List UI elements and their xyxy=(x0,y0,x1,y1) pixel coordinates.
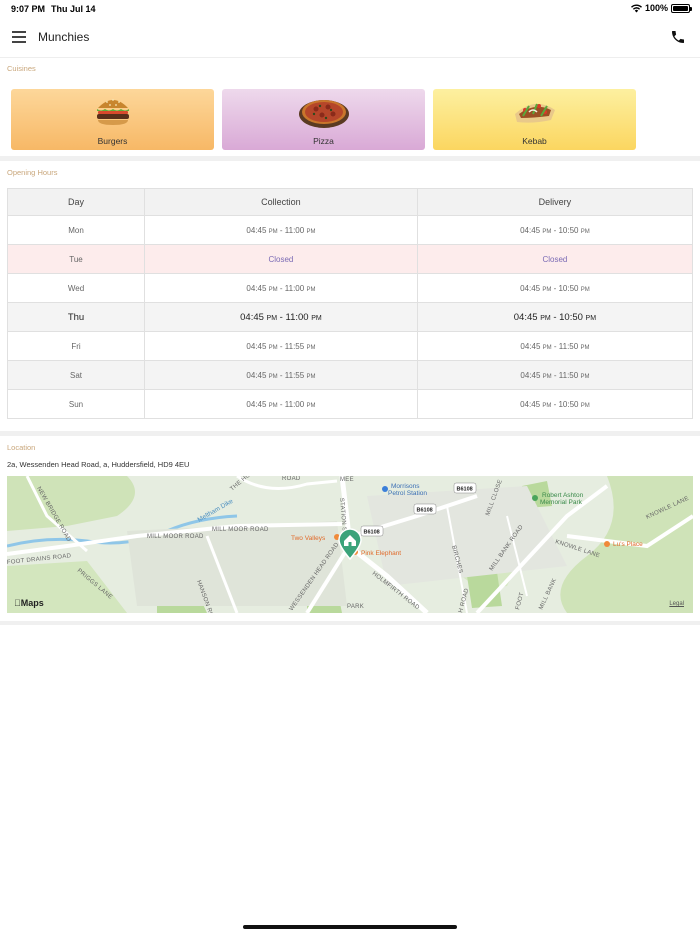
maps-attribution: Maps xyxy=(14,598,44,608)
table-row: Fri 04:45 PM - 11:55 PM 04:45 PM - 11:50… xyxy=(7,331,694,361)
delivery-hours: 04:45 PM - 11:50 PM xyxy=(416,331,694,361)
day-cell: Fri xyxy=(7,331,145,361)
day-cell: Thu xyxy=(7,302,145,332)
table-row: Wed 04:45 PM - 11:00 PM 04:45 PM - 10:50… xyxy=(7,273,694,303)
cuisine-card-kebab[interactable]: Kebab xyxy=(433,89,636,150)
poi-label-morrisons-1: Morrisons xyxy=(391,483,420,490)
day-cell: Mon xyxy=(7,215,145,245)
delivery-hours: Closed xyxy=(416,244,694,274)
day-cell: Sun xyxy=(7,389,145,419)
map-canvas: MILL MOOR ROAD MILL MOOR ROAD WESSENDEN … xyxy=(7,476,693,613)
road-label: H ROAD xyxy=(458,587,470,613)
collection-hours: 04:45 PM - 11:00 PM xyxy=(144,215,418,245)
opening-hours-label: Opening Hours xyxy=(7,168,58,177)
poi-label-pink-elephant: Pink Elephant xyxy=(361,550,401,557)
apple-logo-icon:  xyxy=(14,598,21,608)
park-poi-icon xyxy=(532,495,538,501)
collection-hours: 04:45 PM - 11:00 PM xyxy=(144,302,418,332)
status-right: 100% xyxy=(630,3,692,13)
collection-hours: Closed xyxy=(144,244,418,274)
delivery-hours: 04:45 PM - 10:50 PM xyxy=(416,215,694,245)
status-date: Thu Jul 14 xyxy=(51,4,96,14)
cuisine-label-pizza: Pizza xyxy=(313,136,334,146)
header-day: Day xyxy=(7,188,145,216)
nav-bar: Munchies xyxy=(0,18,700,58)
road-label: THE HOLLOW xyxy=(229,476,266,493)
poi-label-park-2: Memorial Park xyxy=(540,499,583,506)
hamburger-icon[interactable] xyxy=(12,31,26,43)
poi-label-two-valleys: Two Valleys xyxy=(291,535,326,542)
road-label: MEE xyxy=(340,477,354,483)
table-header-row: Day Collection Delivery xyxy=(7,188,694,216)
section-divider xyxy=(0,621,700,625)
road-label: ROAD xyxy=(282,476,301,482)
road-label: PARK xyxy=(347,604,364,610)
poi-label-lus-place: Lu's Place xyxy=(613,541,643,548)
section-divider xyxy=(0,156,700,161)
delivery-hours: 04:45 PM - 11:50 PM xyxy=(416,360,694,390)
cuisine-label-burgers: Burgers xyxy=(97,136,128,146)
address-text: 2a, Wessenden Head Road, a, Huddersfield… xyxy=(7,460,190,469)
restaurant-poi-icon xyxy=(604,541,610,547)
page-title: Munchies xyxy=(38,30,90,44)
cuisine-card-burgers[interactable]: Burgers xyxy=(11,89,214,150)
table-row-today: Thu 04:45 PM - 11:00 PM 04:45 PM - 10:50… xyxy=(7,302,694,332)
cuisine-card-pizza[interactable]: Pizza xyxy=(222,89,425,150)
delivery-hours: 04:45 PM - 10:50 PM xyxy=(416,302,694,332)
road-label: MILL MOOR ROAD xyxy=(212,527,269,533)
table-row: Sun 04:45 PM - 11:00 PM 04:45 PM - 10:50… xyxy=(7,389,694,419)
cuisine-label-kebab: Kebab xyxy=(522,136,547,146)
status-time: 9:07 PM xyxy=(11,4,46,14)
battery-percent: 100% xyxy=(644,3,668,13)
section-divider xyxy=(0,431,700,436)
collection-hours: 04:45 PM - 11:55 PM xyxy=(144,331,418,361)
delivery-hours: 04:45 PM - 10:50 PM xyxy=(416,389,694,419)
location-label: Location xyxy=(7,443,36,452)
legal-link[interactable]: Legal xyxy=(669,601,684,607)
poi-label-park-1: Robert Ashton xyxy=(542,492,584,499)
kebab-icon xyxy=(514,103,555,123)
collection-hours: 04:45 PM - 11:00 PM xyxy=(144,389,418,419)
road-badge: B6108 xyxy=(417,508,433,514)
road-badge: B6108 xyxy=(457,487,473,493)
delivery-hours: 04:45 PM - 10:50 PM xyxy=(416,273,694,303)
wifi-icon xyxy=(630,3,642,12)
water-label: Meltham Dike xyxy=(197,498,235,524)
home-indicator[interactable] xyxy=(243,925,457,929)
battery-icon xyxy=(671,3,692,13)
day-cell: Sat xyxy=(7,360,145,390)
road-label: FOOT xyxy=(515,592,525,611)
phone-icon[interactable] xyxy=(670,28,686,46)
road-label: MILL MOOR ROAD xyxy=(147,534,204,540)
collection-hours: 04:45 PM - 11:55 PM xyxy=(144,360,418,390)
burger-icon xyxy=(96,99,129,125)
header-collection: Collection xyxy=(144,188,418,216)
cuisines-label: Cuisines xyxy=(7,64,36,73)
table-row: Tue Closed Closed xyxy=(7,244,694,274)
day-cell: Tue xyxy=(7,244,145,274)
table-row: Sat 04:45 PM - 11:55 PM 04:45 PM - 11:50… xyxy=(7,360,694,390)
status-bar: 9:07 PM Thu Jul 14 100% xyxy=(0,0,700,18)
location-map[interactable]: MILL MOOR ROAD MILL MOOR ROAD WESSENDEN … xyxy=(7,476,693,613)
opening-hours-table: Day Collection Delivery Mon 04:45 PM - 1… xyxy=(7,188,694,419)
table-row: Mon 04:45 PM - 11:00 PM 04:45 PM - 10:50… xyxy=(7,215,694,245)
collection-hours: 04:45 PM - 11:00 PM xyxy=(144,273,418,303)
poi-label-morrisons-2: Petrol Station xyxy=(388,490,427,497)
road-badge: B6108 xyxy=(364,530,380,536)
road-label: MILL BANK xyxy=(538,578,558,611)
pizza-icon xyxy=(298,100,349,128)
header-delivery: Delivery xyxy=(416,188,694,216)
day-cell: Wed xyxy=(7,273,145,303)
